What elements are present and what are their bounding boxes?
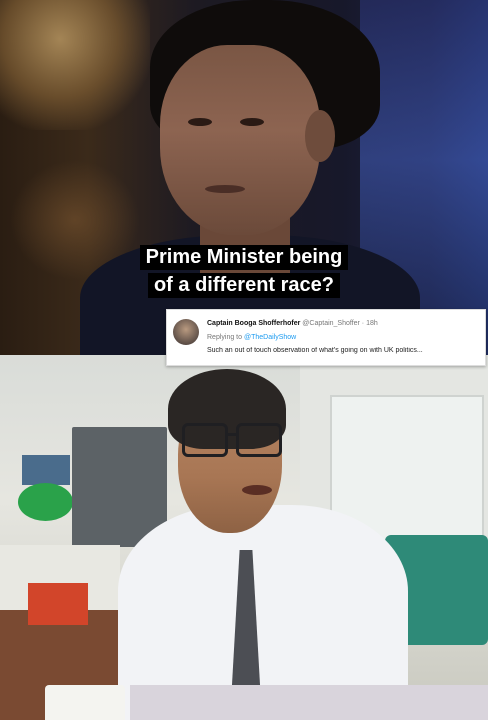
replying-to-link[interactable]: @TheDailyShow (244, 334, 296, 341)
green-object (18, 483, 73, 521)
tweet-text: Such an out of touch observation of what… (207, 347, 423, 354)
host-eye-left (188, 118, 212, 126)
tweet-header: Captain Booga Shofferhofer @Captain_Shof… (207, 320, 378, 327)
white-cup (45, 685, 125, 720)
host-face (160, 45, 320, 235)
subject-mouth (242, 485, 272, 495)
tweet-reply-context: Replying to @TheDailyShow (207, 334, 296, 341)
replying-label: Replying to (207, 334, 243, 341)
caption-line-1: Prime Minister being (0, 245, 488, 270)
tweet-author-name[interactable]: Captain Booga Shofferhofer (207, 320, 300, 327)
tweet-author-handle: @Captain_Shoffer · 18h (302, 320, 378, 327)
blue-container (22, 455, 70, 485)
red-box (28, 583, 88, 625)
avatar[interactable] (173, 319, 199, 345)
caption-line-2: of a different race? (0, 273, 488, 298)
host-figure (0, 0, 488, 355)
tweet-card[interactable]: Captain Booga Shofferhofer @Captain_Shof… (166, 309, 486, 366)
glasses-icon (182, 423, 292, 457)
top-video-frame: Prime Minister being of a different race… (0, 0, 488, 355)
host-eye-right (240, 118, 264, 126)
table-surface (130, 685, 488, 720)
host-mouth (205, 185, 245, 193)
bottom-photo-frame (0, 355, 488, 720)
host-ear (305, 110, 335, 162)
